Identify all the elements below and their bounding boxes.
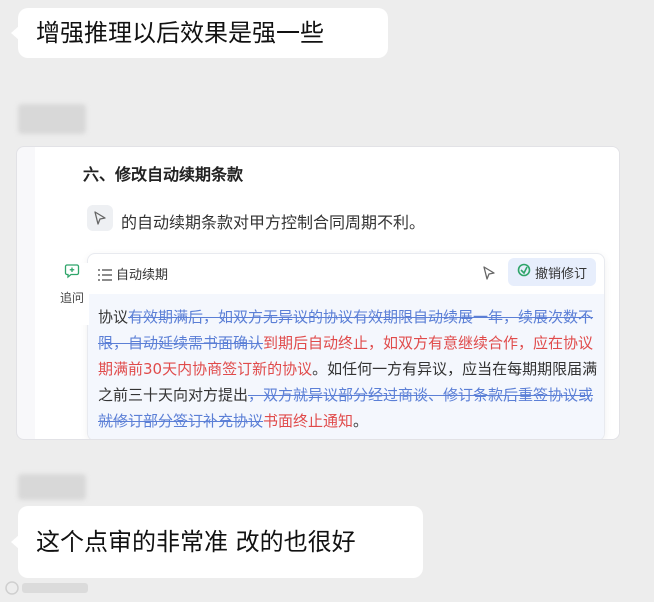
followup-button[interactable]: 追问 bbox=[55, 263, 89, 325]
watermark bbox=[4, 578, 94, 598]
text-segment: 协议 bbox=[98, 308, 129, 326]
message-bubble-bottom: 这个点审的非常准 改的也很好 bbox=[11, 506, 423, 578]
revision-panel-header: 自动续期 撤销修订 bbox=[88, 254, 604, 292]
inserted-text: 书面终止通知 bbox=[263, 412, 354, 430]
revert-button[interactable]: 撤销修订 bbox=[508, 258, 596, 286]
revert-icon bbox=[517, 263, 531, 281]
list-icon bbox=[98, 266, 112, 285]
revision-body: 协议有效期满后，如双方无异议的协议有效期限自动续展一年，续展次数不限，自动延续需… bbox=[88, 294, 604, 439]
cursor-arrow-icon[interactable] bbox=[482, 265, 496, 284]
contract-clause-text: 协议有效期满后，如双方无异议的协议有效期限自动续展一年，续展次数不限，自动延续需… bbox=[98, 304, 598, 434]
chat-plus-icon bbox=[64, 263, 80, 283]
message-bubble-top: 增强推理以后效果是强一些 bbox=[11, 8, 388, 58]
shared-screenshot[interactable]: 六、修改自动续期条款 的自动续期条款对甲方控制合同周期不利。 自动续期 撤销修订 bbox=[16, 146, 620, 440]
review-comment: 的自动续期条款对甲方控制合同周期不利。 bbox=[121, 213, 426, 232]
blurred-sender-name bbox=[18, 104, 86, 134]
screenshot-content: 六、修改自动续期条款 的自动续期条款对甲方控制合同周期不利。 自动续期 撤销修订 bbox=[35, 147, 619, 439]
revision-panel: 自动续期 撤销修订 协议有效期满后，如双方无异议的协议有效期限自动续展一年，续展… bbox=[87, 253, 605, 439]
blurred-sender-name bbox=[18, 474, 86, 500]
message-text: 这个点审的非常准 改的也很好 bbox=[36, 528, 356, 556]
followup-label: 追问 bbox=[59, 291, 84, 305]
section-title: 六、修改自动续期条款 bbox=[83, 165, 244, 184]
text-segment: 。 bbox=[353, 412, 369, 430]
revision-panel-title: 自动续期 bbox=[116, 268, 169, 283]
cursor-arrow-icon bbox=[87, 205, 113, 231]
message-text: 增强推理以后效果是强一些 bbox=[36, 19, 324, 47]
revert-label: 撤销修订 bbox=[534, 266, 587, 282]
